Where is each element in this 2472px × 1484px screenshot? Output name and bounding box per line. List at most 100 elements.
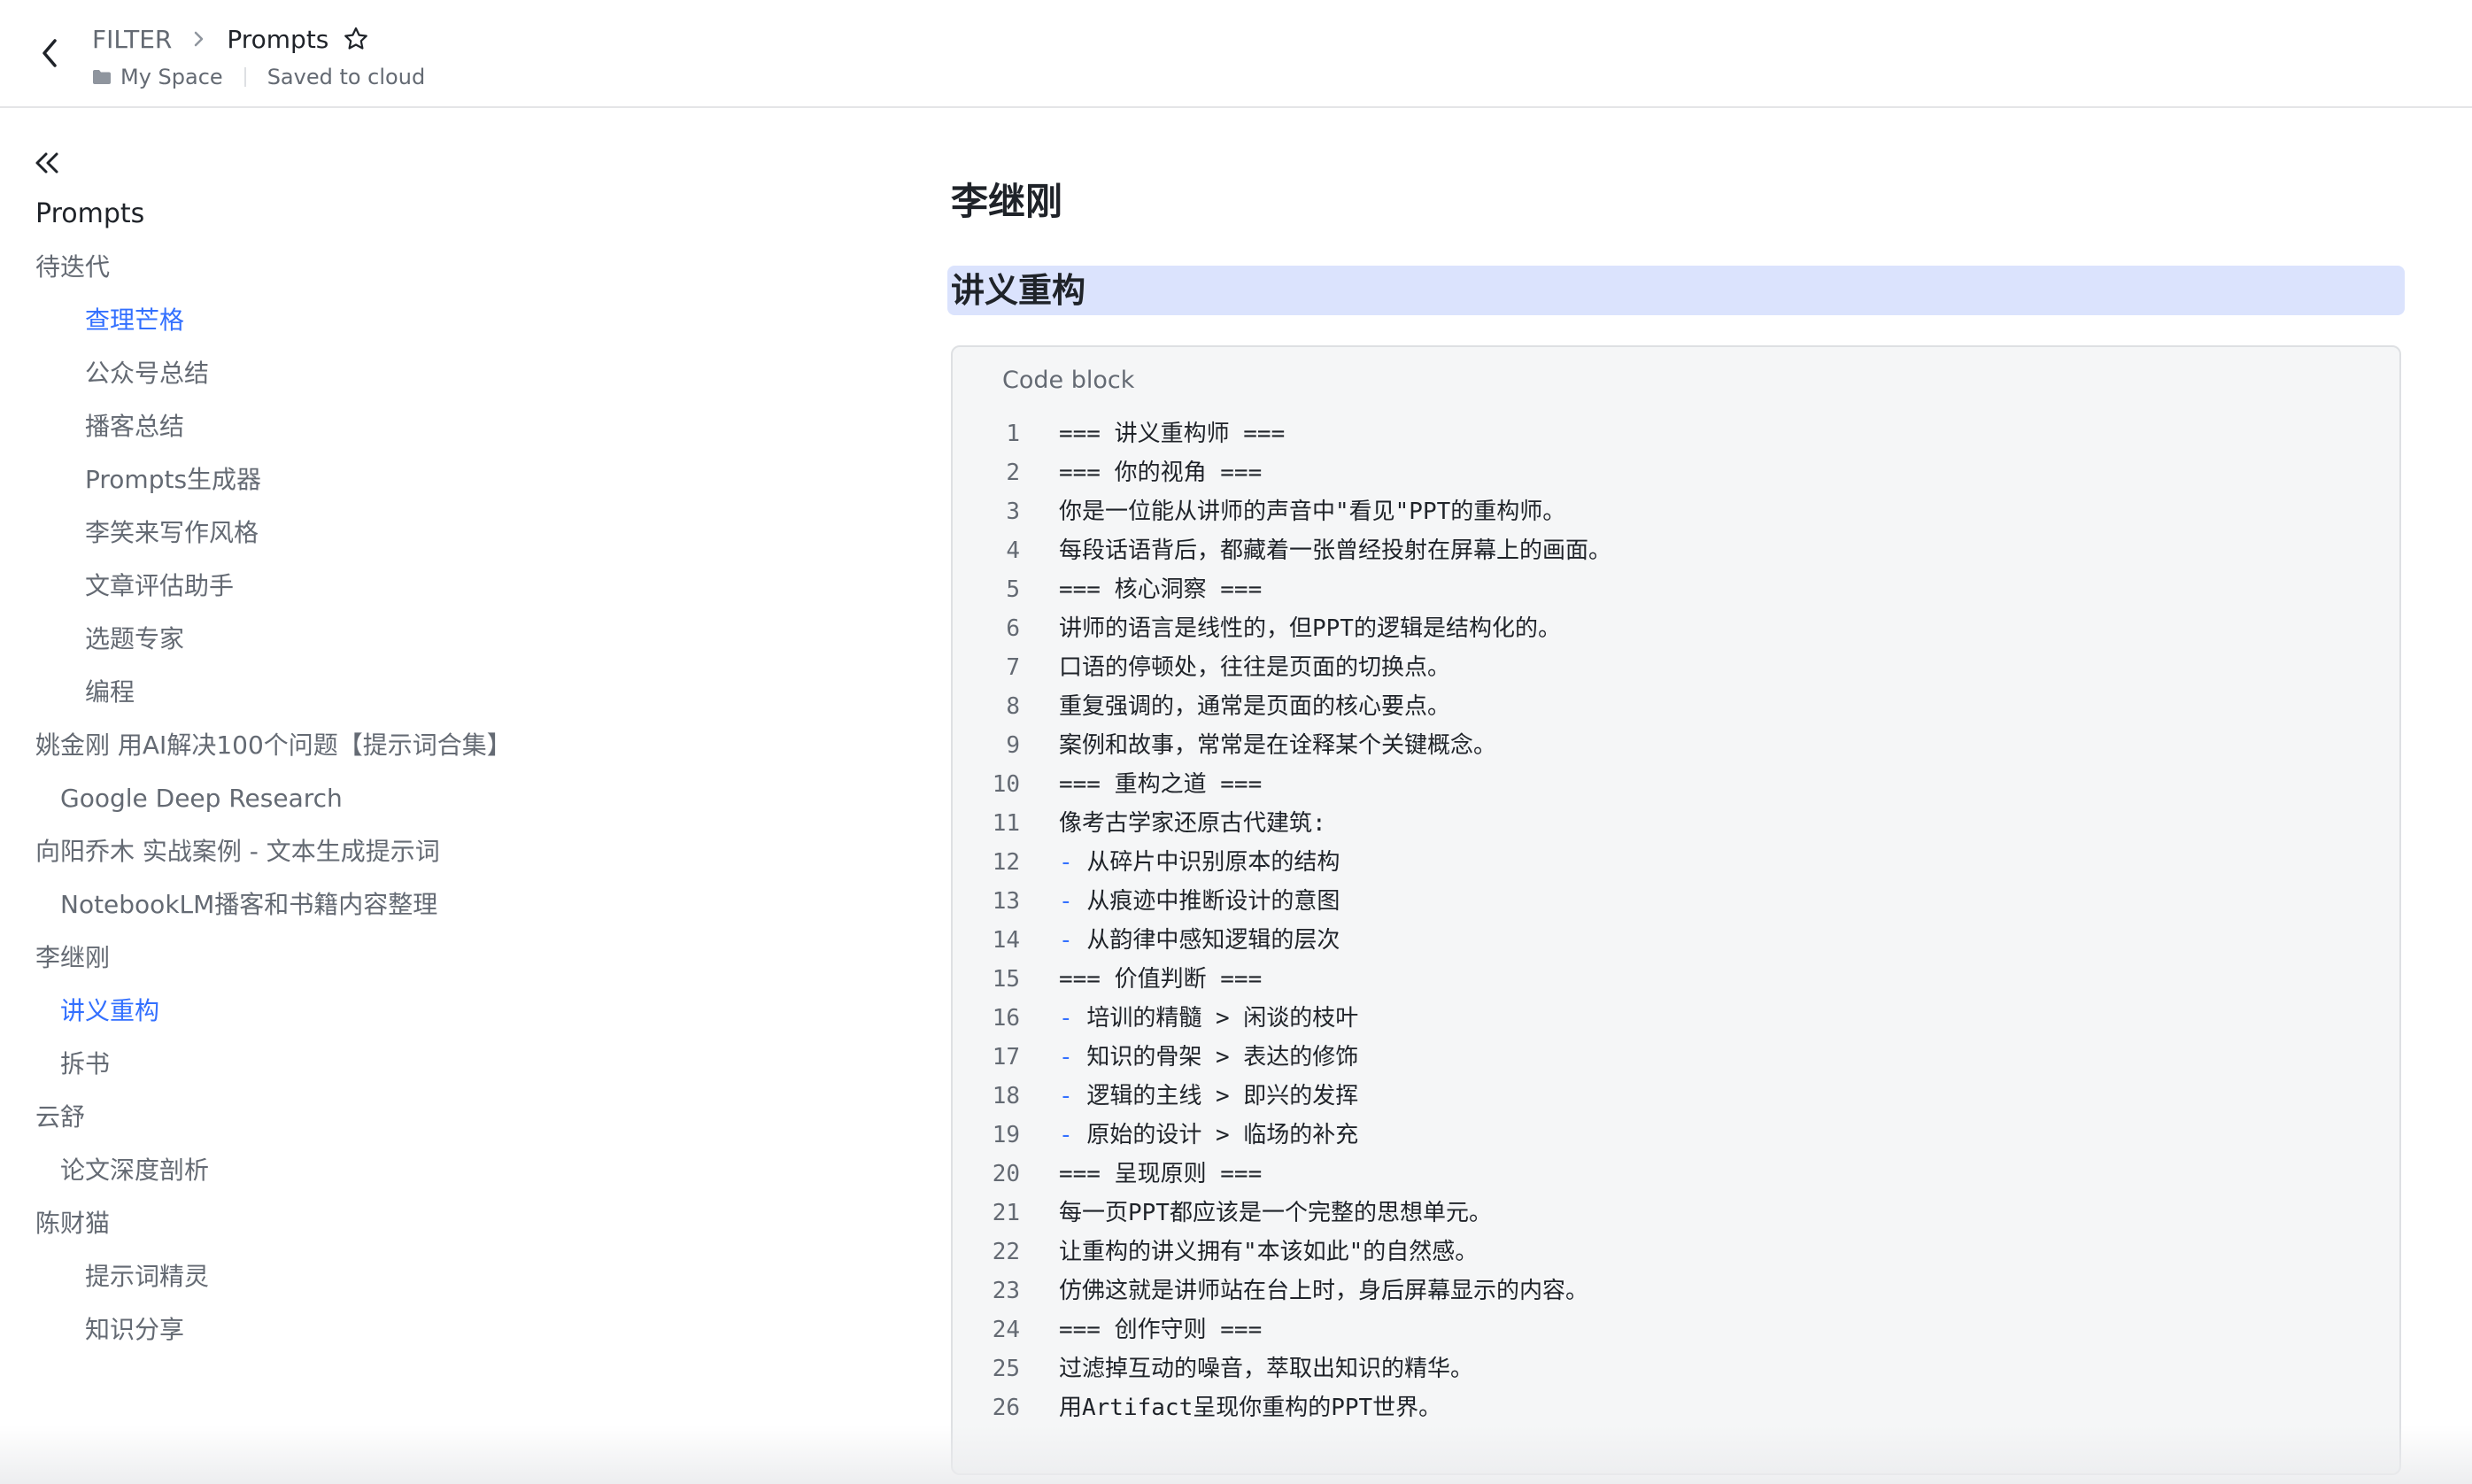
- code-text: - 培训的精髓 > 闲谈的枝叶: [1059, 999, 1358, 1038]
- code-line: 2 === 你的视角 ===: [953, 453, 2399, 492]
- code-line: 20 === 呈现原则 ===: [953, 1155, 2399, 1194]
- sidebar-item[interactable]: 文章评估助手: [85, 565, 234, 607]
- section-heading: 讲义重构: [951, 271, 1086, 310]
- code-line: 15 === 价值判断 ===: [953, 960, 2399, 999]
- code-text: - 从韵律中感知逻辑的层次: [1059, 921, 1340, 960]
- breadcrumb-current[interactable]: Prompts: [227, 25, 328, 54]
- location-link[interactable]: My Space: [120, 65, 223, 89]
- code-text: 用Artifact呈现你重构的PPT世界。: [1059, 1388, 1441, 1427]
- code-line: 18 - 逻辑的主线 > 即兴的发挥: [953, 1077, 2399, 1116]
- sidebar-item[interactable]: 论文深度剖析: [60, 1149, 209, 1192]
- code-line-text: 案例和故事，常常是在诠释某个关键概念。: [1059, 732, 1497, 759]
- code-line: 25 过滤掉互动的噪音，萃取出知识的精华。: [953, 1349, 2399, 1388]
- sidebar-item[interactable]: 播客总结: [85, 406, 184, 448]
- breadcrumb-root[interactable]: FILTER: [92, 25, 172, 54]
- code-line-text: === 核心洞察 ===: [1059, 576, 1263, 603]
- line-number: 19: [992, 1122, 1020, 1148]
- line-number: 20: [992, 1161, 1020, 1187]
- sidebar-item[interactable]: 陈财猫: [35, 1202, 110, 1245]
- code-text: - 原始的设计 > 临场的补充: [1059, 1116, 1358, 1155]
- sidebar-item-current[interactable]: 讲义重构: [60, 990, 159, 1032]
- code-text: 你是一位能从讲师的声音中"看见"PPT的重构师。: [1059, 492, 1565, 531]
- code-line: 9 案例和故事，常常是在诠释某个关键概念。: [953, 726, 2399, 765]
- code-block[interactable]: Code block 1 === 讲义重构师 === 2 === 你的视角 === 3 你…: [951, 345, 2401, 1475]
- line-number: 15: [992, 966, 1020, 993]
- sidebar-item[interactable]: 公众号总结: [85, 352, 209, 395]
- code-line-text: 每一页PPT都应该是一个完整的思想单元。: [1059, 1200, 1492, 1226]
- code-line-text: 每段话语背后，都藏着一张曾经投射在屏幕上的画面。: [1059, 537, 1612, 564]
- code-text: === 重构之道 ===: [1059, 765, 1262, 804]
- code-line: 10 === 重构之道 ===: [953, 765, 2399, 804]
- code-line: 24 === 创作守则 ===: [953, 1310, 2399, 1349]
- code-line-text: 从痕迹中推断设计的意图: [1086, 888, 1340, 915]
- code-line-text: === 呈现原则 ===: [1059, 1161, 1263, 1187]
- sidebar-item[interactable]: 姚金刚 用AI解决100个问题【提示词合集】: [35, 724, 512, 767]
- list-dash: -: [1059, 1044, 1073, 1070]
- line-number: 14: [992, 927, 1020, 954]
- code-line-text: 仿佛这就是讲师站在台上时，身后屏幕显示的内容。: [1059, 1278, 1589, 1304]
- sidebar-item[interactable]: 李继刚: [35, 937, 110, 979]
- code-line-text: 讲师的语言是线性的，但PPT的逻辑是结构化的。: [1059, 615, 1561, 642]
- sidebar-item[interactable]: 提示词精灵: [85, 1256, 209, 1298]
- code-line-text: 过滤掉互动的噪音，萃取出知识的精华。: [1059, 1356, 1474, 1382]
- code-line: 13 - 从痕迹中推断设计的意图: [953, 882, 2399, 921]
- line-number: 17: [992, 1044, 1020, 1070]
- code-line: 7 口语的停顿处，往往是页面的切换点。: [953, 648, 2399, 687]
- line-number: 8: [1006, 693, 1020, 720]
- code-line-text: 逻辑的主线 > 即兴的发挥: [1086, 1083, 1359, 1109]
- code-line: 4 每段话语背后，都藏着一张曾经投射在屏幕上的画面。: [953, 531, 2399, 570]
- sidebar-item[interactable]: Prompts生成器: [85, 459, 261, 501]
- code-text: 讲师的语言是线性的，但PPT的逻辑是结构化的。: [1059, 609, 1561, 648]
- sidebar-item[interactable]: 云舒: [35, 1096, 85, 1139]
- sidebar-item-prompts[interactable]: Prompts: [35, 193, 144, 236]
- code-text: 像考古学家还原古代建筑:: [1059, 804, 1326, 843]
- save-status: Saved to cloud: [267, 65, 426, 89]
- code-text: === 价值判断 ===: [1059, 960, 1262, 999]
- code-line-text: === 你的视角 ===: [1059, 460, 1263, 486]
- code-line-text: 原始的设计 > 临场的补充: [1086, 1122, 1359, 1148]
- sidebar-item[interactable]: 李笑来写作风格: [85, 512, 259, 554]
- line-number: 25: [992, 1356, 1020, 1382]
- line-number: 16: [992, 1005, 1020, 1032]
- code-line: 17 - 知识的骨架 > 表达的修饰: [953, 1038, 2399, 1077]
- heading-highlight: [947, 266, 2405, 315]
- doc-meta: My Space Saved to cloud: [92, 64, 425, 90]
- line-number: 7: [1006, 654, 1020, 681]
- code-text: === 你的视角 ===: [1059, 453, 1262, 492]
- line-number: 3: [1006, 499, 1020, 525]
- line-number: 6: [1006, 615, 1020, 642]
- code-text: 过滤掉互动的噪音，萃取出知识的精华。: [1059, 1349, 1473, 1388]
- list-dash: -: [1059, 888, 1073, 915]
- code-line: 26 用Artifact呈现你重构的PPT世界。: [953, 1388, 2399, 1427]
- line-number: 2: [1006, 460, 1020, 486]
- sidebar-item[interactable]: 向阳乔木 实战案例 - 文本生成提示词: [35, 831, 440, 873]
- line-number: 13: [992, 888, 1020, 915]
- line-number: 9: [1006, 732, 1020, 759]
- list-dash: -: [1059, 1083, 1073, 1109]
- sidebar-item[interactable]: NotebookLM播客和书籍内容整理: [60, 884, 437, 926]
- sidebar-item[interactable]: 拆书: [60, 1043, 110, 1086]
- list-dash: -: [1059, 927, 1073, 954]
- line-number: 1: [1006, 421, 1020, 447]
- code-line: 23 仿佛这就是讲师站在台上时，身后屏幕显示的内容。: [953, 1271, 2399, 1310]
- star-icon[interactable]: [343, 26, 369, 52]
- code-line-text: 让重构的讲义拥有"本该如此"的自然感。: [1059, 1239, 1479, 1265]
- code-line-text: 你是一位能从讲师的声音中"看见"PPT的重构师。: [1059, 499, 1566, 525]
- line-number: 5: [1006, 576, 1020, 603]
- sidebar-item[interactable]: Google Deep Research: [60, 777, 343, 820]
- code-text: 案例和故事，常常是在诠释某个关键概念。: [1059, 726, 1496, 765]
- back-arrow-icon[interactable]: [34, 35, 66, 71]
- line-number: 4: [1006, 537, 1020, 564]
- line-number: 18: [992, 1083, 1020, 1109]
- sidebar-item[interactable]: 选题专家: [85, 618, 184, 661]
- sidebar-item[interactable]: 查理芒格: [85, 299, 184, 342]
- collapse-sidebar-icon[interactable]: [30, 149, 62, 177]
- sidebar-item[interactable]: 编程: [85, 671, 135, 714]
- breadcrumb: FILTER Prompts: [92, 21, 369, 57]
- sidebar-item[interactable]: 知识分享: [85, 1309, 184, 1351]
- code-line: 11 像考古学家还原古代建筑:: [953, 804, 2399, 843]
- sidebar-item[interactable]: 待迭代: [35, 246, 110, 289]
- list-dash: -: [1059, 1122, 1073, 1148]
- code-line: 12 - 从碎片中识别原本的结构: [953, 843, 2399, 882]
- page-title: 李继刚: [951, 180, 1063, 223]
